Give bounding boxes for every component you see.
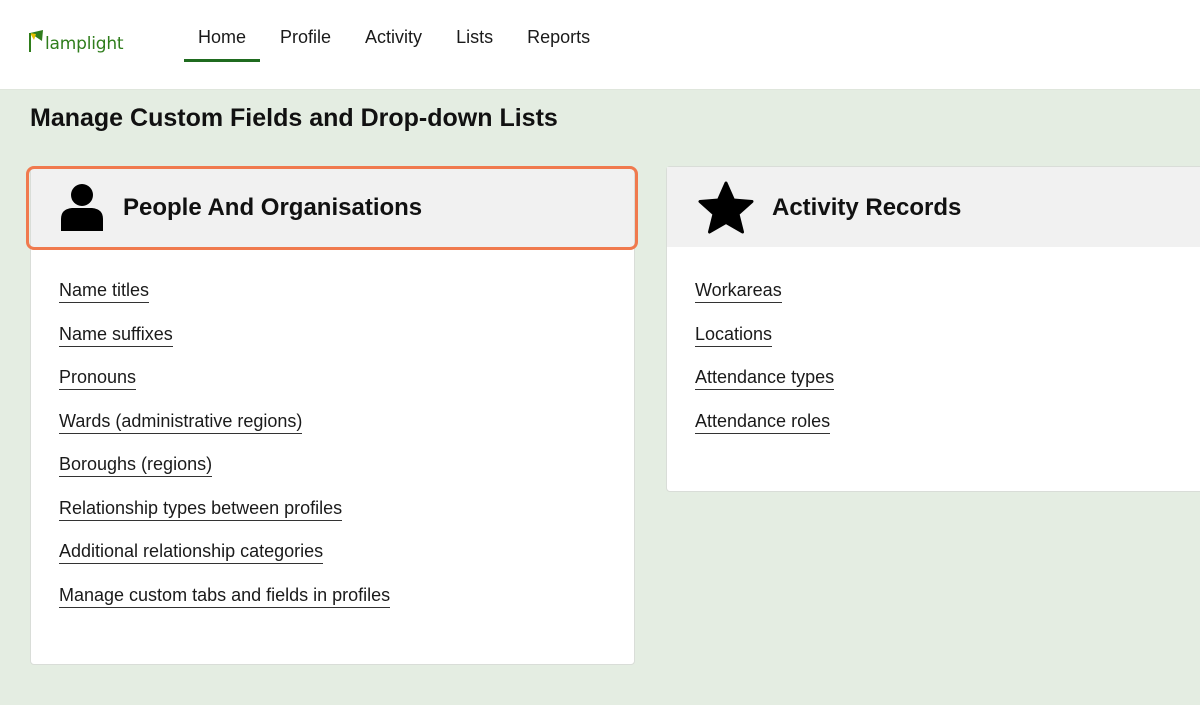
link-workareas[interactable]: Workareas [695, 279, 782, 303]
activity-card-title: Activity Records [772, 194, 962, 221]
page-title: Manage Custom Fields and Drop-down Lists [30, 104, 558, 132]
nav-lists[interactable]: Lists [442, 0, 507, 62]
people-card-header[interactable]: People And Organisations [31, 167, 634, 247]
link-custom-tabs-fields[interactable]: Manage custom tabs and fields in profile… [59, 584, 391, 608]
activity-records-card: Activity Records Workareas Locations Att… [666, 166, 1200, 492]
link-locations[interactable]: Locations [695, 323, 773, 347]
people-organisations-card: People And Organisations Name titles Nam… [30, 166, 635, 665]
lamplight-logo[interactable]: lamplight [28, 22, 124, 54]
top-navigation-bar: lamplight Home Profile Activity Lists Re… [0, 0, 1200, 90]
link-attendance-types[interactable]: Attendance types [695, 366, 835, 390]
star-icon [698, 181, 754, 234]
nav-reports[interactable]: Reports [513, 0, 604, 62]
brand-name: lamplight [45, 34, 124, 54]
link-relationship-categories[interactable]: Additional relationship categories [59, 540, 324, 564]
activity-link-list: Workareas Locations Attendance types Att… [695, 279, 835, 453]
link-attendance-roles[interactable]: Attendance roles [695, 410, 831, 434]
activity-card-header[interactable]: Activity Records [667, 167, 1200, 247]
person-icon [61, 184, 103, 231]
nav-activity[interactable]: Activity [351, 0, 436, 62]
people-link-list: Name titles Name suffixes Pronouns Wards… [59, 279, 391, 627]
lamp-icon [29, 30, 43, 52]
link-wards[interactable]: Wards (administrative regions) [59, 410, 303, 434]
link-name-suffixes[interactable]: Name suffixes [59, 323, 173, 347]
main-nav: Home Profile Activity Lists Reports [184, 0, 610, 90]
people-card-title: People And Organisations [123, 194, 423, 221]
link-pronouns[interactable]: Pronouns [59, 366, 137, 390]
nav-profile[interactable]: Profile [266, 0, 345, 62]
link-name-titles[interactable]: Name titles [59, 279, 150, 303]
nav-home[interactable]: Home [184, 0, 261, 62]
link-boroughs[interactable]: Boroughs (regions) [59, 453, 213, 477]
link-relationship-types[interactable]: Relationship types between profiles [59, 497, 343, 521]
